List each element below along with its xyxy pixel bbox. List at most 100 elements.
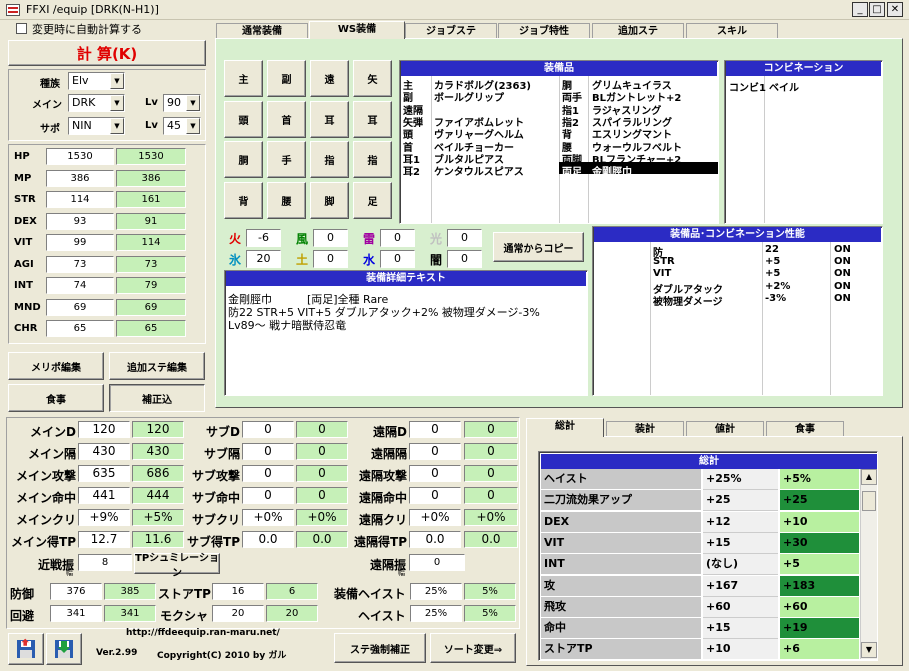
close-button[interactable]: ✕ <box>887 2 903 17</box>
slot-button[interactable]: 副 <box>267 60 306 97</box>
maximize-button[interactable]: □ <box>869 2 885 17</box>
tab-0[interactable]: 通常装備 <box>216 23 308 38</box>
slot-button[interactable]: 主 <box>224 60 263 97</box>
summary-rows: ヘイスト +25% +5% 二刀流効果アップ +25 +25 DEX +12 +10 VIT +15… <box>541 469 859 659</box>
copy-from-normal-button[interactable]: 通常からコピー <box>493 232 584 262</box>
element-6-value[interactable]: 0 <box>380 250 415 268</box>
perf-name: VIT <box>653 268 672 280</box>
combat-label: 遠隔攻撃 <box>358 469 407 483</box>
minimize-button[interactable]: _ <box>852 2 868 17</box>
slot-button[interactable]: 胴 <box>224 141 263 178</box>
equip-item[interactable]: ボールグリップ <box>434 89 504 104</box>
combat-label: 遠隔得TP <box>354 535 407 549</box>
equip-item[interactable]: ケンタウルスピアス <box>434 163 524 178</box>
food-button[interactable]: 食事 <box>8 384 104 412</box>
tab-2[interactable]: ジョブステ <box>405 23 497 38</box>
combat-base: 0 <box>409 421 461 438</box>
slot-button[interactable]: 矢 <box>353 60 392 97</box>
summary-value-b: +6 <box>780 639 859 659</box>
perf-state[interactable]: ON <box>834 293 851 304</box>
tab-3[interactable]: ジョブ特性 <box>498 23 590 38</box>
element-3-label: 光 <box>430 232 443 246</box>
slot-button[interactable]: 頭 <box>224 100 263 138</box>
element-3-value[interactable]: 0 <box>447 229 482 247</box>
combat-total: 0 <box>296 465 348 482</box>
element-5-value[interactable]: 0 <box>313 250 348 268</box>
summary-tab-2[interactable]: 値計 <box>686 421 764 437</box>
load-button[interactable] <box>46 633 82 665</box>
defense-total: 385 <box>104 583 156 600</box>
tab-4[interactable]: 追加ステ <box>592 23 684 38</box>
summary-tab-1[interactable]: 装計 <box>606 421 684 437</box>
summary-name: 命中 <box>541 618 701 640</box>
element-1-value[interactable]: 0 <box>313 229 348 247</box>
slot-button[interactable]: 指 <box>310 141 349 178</box>
homepage-link[interactable]: http://ffdeequip.ran-maru.net/ <box>126 628 280 638</box>
merit-edit-button[interactable]: メリポ編集 <box>8 352 104 380</box>
perf-state[interactable]: ON <box>834 256 851 267</box>
tab-1[interactable]: WS装備 <box>309 21 405 39</box>
perf-state[interactable]: ON <box>834 244 851 255</box>
perf-state[interactable]: ON <box>834 268 851 279</box>
main-job-label: メイン <box>32 100 62 111</box>
combat-total: 11.6 <box>132 531 184 548</box>
element-6-label: 水 <box>363 253 376 267</box>
slot-button[interactable]: 脚 <box>310 181 349 219</box>
combat-total: +5% <box>132 509 184 526</box>
main-lv-select[interactable]: 90 ▼ <box>163 94 201 112</box>
main-job-select[interactable]: DRK ▼ <box>68 94 125 112</box>
tp-simulation-button[interactable]: TPシュミレーション <box>134 553 220 579</box>
summary-value-b: +30 <box>780 532 859 554</box>
slot-button[interactable]: 首 <box>267 100 306 138</box>
equip-item[interactable]: 金剛脛巾 <box>592 163 632 178</box>
combat-label: メインD <box>30 425 76 439</box>
slot-button[interactable]: 耳 <box>353 100 392 138</box>
storetp-base: 16 <box>212 583 264 600</box>
sub-lv-select[interactable]: 45 ▼ <box>163 117 201 135</box>
correction-toggle[interactable]: 補正込 <box>109 384 205 412</box>
race-value: Elv <box>72 74 89 87</box>
copyright-label: Copyright(C) 2010 by ガル <box>157 651 287 661</box>
element-7-value[interactable]: 0 <box>447 250 482 268</box>
save-button[interactable] <box>8 633 44 665</box>
summary-tab-3[interactable]: 食事 <box>766 421 844 437</box>
element-2-value[interactable]: 0 <box>380 229 415 247</box>
perf-name: 被物理ダメージ <box>653 296 723 308</box>
slot-button[interactable]: 腰 <box>267 181 306 219</box>
combination-header: コンビネーション <box>726 61 881 76</box>
slot-button[interactable]: 手 <box>267 141 306 178</box>
autocalc-label: 変更時に自動計算する <box>32 23 142 36</box>
scroll-up-icon[interactable]: ▲ <box>861 469 877 485</box>
window-title: FFXI /equip [DRK(N-H1)] <box>26 3 159 16</box>
combat-base: 0 <box>409 443 461 460</box>
extra-stats-edit-button[interactable]: 追加ステ編集 <box>109 352 205 380</box>
element-4-value[interactable]: 20 <box>246 250 281 268</box>
equip-slot-label: 耳2 <box>403 167 420 179</box>
slot-button[interactable]: 足 <box>353 181 392 219</box>
combat-label: 遠隔隔 <box>370 447 407 461</box>
calculate-button[interactable]: 計 算(K) <box>8 40 206 66</box>
force-correct-button[interactable]: ステ強制補正 <box>334 633 426 663</box>
element-7-label: 闇 <box>430 253 443 267</box>
race-select[interactable]: Elv ▼ <box>68 72 125 90</box>
element-0-value[interactable]: -6 <box>246 229 281 247</box>
autocalc-checkbox[interactable] <box>16 23 27 34</box>
scroll-thumb[interactable] <box>862 491 876 511</box>
slot-button[interactable]: 背 <box>224 181 263 219</box>
sub-job-value: NIN <box>72 119 92 132</box>
scroll-down-icon[interactable]: ▼ <box>861 642 877 658</box>
summary-tab-0[interactable]: 総計 <box>526 418 604 437</box>
slot-button[interactable]: 耳 <box>310 100 349 138</box>
summary-value-b: +5% <box>780 469 859 490</box>
sort-change-button[interactable]: ソート変更⇒ <box>430 633 516 663</box>
stat-base-dex: 93 <box>46 212 114 230</box>
sub-job-select[interactable]: NIN ▼ <box>68 117 125 135</box>
tab-5[interactable]: スキル <box>686 23 778 38</box>
combat-total: 0 <box>464 465 518 482</box>
slot-button[interactable]: 指 <box>353 141 392 178</box>
perf-state[interactable]: ON <box>834 281 851 292</box>
combat-label: 遠隔クリ <box>358 513 407 527</box>
moxa-total: 20 <box>266 605 318 622</box>
slot-button[interactable]: 遠 <box>310 60 349 97</box>
summary-scrollbar[interactable]: ▲ ▼ <box>860 469 877 659</box>
